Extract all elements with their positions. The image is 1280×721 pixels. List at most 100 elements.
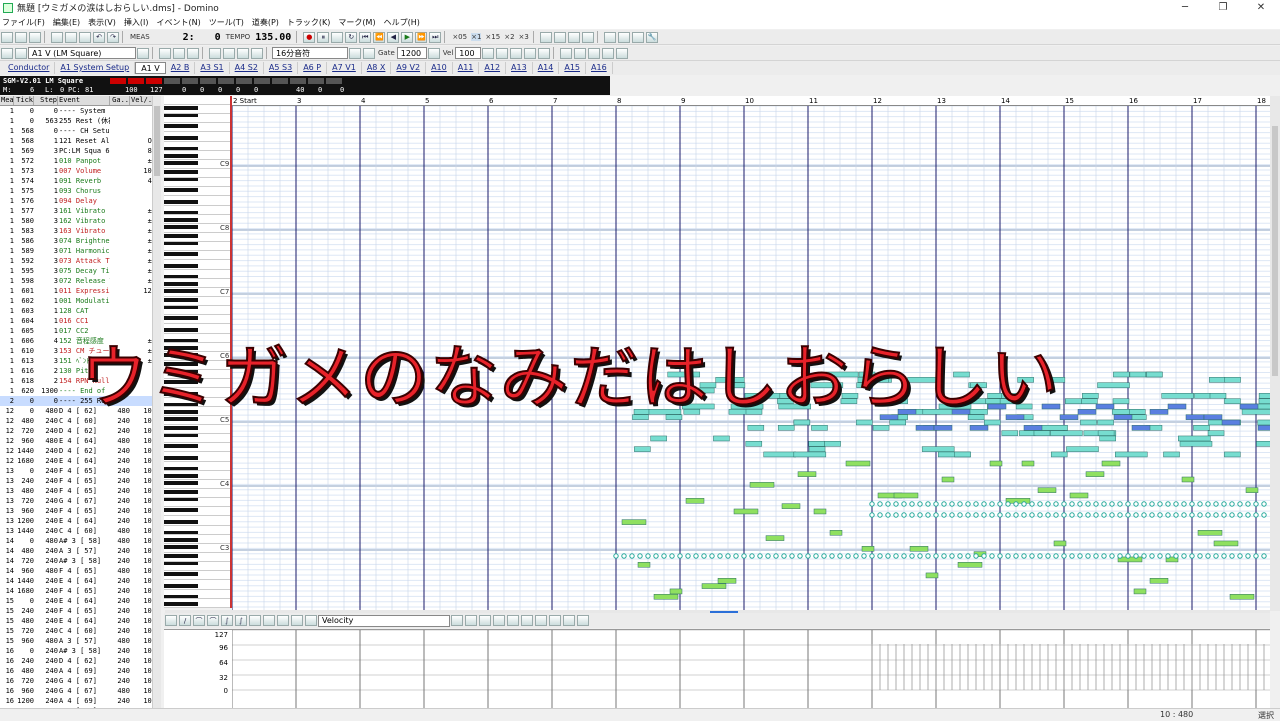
event-row[interactable]: 14 480 240 A 3 [ 57] 240 100	[0, 546, 160, 556]
black-key[interactable]	[164, 282, 198, 286]
close-button[interactable]: ✕	[1242, 0, 1280, 15]
tool-a-icon[interactable]	[465, 615, 477, 626]
event-row[interactable]: 16031128 CAT0	[0, 306, 160, 316]
event-row[interactable]: 15 0 240 E 4 [ 64] 240 100	[0, 596, 160, 606]
open-file-icon[interactable]	[15, 31, 27, 43]
note-icon[interactable]	[349, 47, 361, 59]
white-key[interactable]	[164, 168, 230, 169]
solo-icon[interactable]	[616, 47, 629, 59]
black-key[interactable]	[164, 602, 198, 606]
gate-field[interactable]: 1200	[396, 47, 427, 59]
col-tick[interactable]: Tick	[14, 96, 34, 105]
event-row[interactable]: 12 1680 240 E 4 [ 64] 240 100	[0, 456, 160, 466]
tab-a10[interactable]: A10	[426, 62, 453, 74]
wave-tool-icon[interactable]	[249, 615, 261, 626]
black-key[interactable]	[164, 554, 198, 558]
col-step[interactable]: Step	[34, 96, 58, 105]
wrench-icon[interactable]: 🔧	[645, 31, 658, 43]
event-row[interactable]: 1 568 0---- CH Setup ----	[0, 126, 160, 136]
white-key[interactable]	[164, 186, 230, 188]
menu-edit[interactable]: 編集(E)	[53, 17, 80, 28]
line-tool-icon[interactable]: /	[179, 615, 191, 626]
white-key[interactable]	[164, 149, 230, 151]
event-row[interactable]: 12 720 240 D 4 [ 62] 240 100	[0, 426, 160, 436]
event-row[interactable]: 16 0 240 A# 3 [ 58] 240 100	[0, 646, 160, 656]
tab-a16[interactable]: A16	[586, 62, 613, 74]
save-icon[interactable]	[29, 31, 41, 43]
event-row[interactable]: 16021001 Modulation0	[0, 296, 160, 306]
white-key[interactable]	[164, 213, 230, 215]
view-piano-icon[interactable]	[553, 31, 566, 43]
speed-2[interactable]: ×2	[504, 33, 514, 41]
white-key[interactable]	[164, 497, 230, 499]
new-file-icon[interactable]	[1, 31, 13, 43]
note-length-select[interactable]: 16分音符	[272, 47, 348, 59]
black-key[interactable]	[164, 154, 198, 158]
black-key[interactable]	[164, 490, 198, 494]
menu-play[interactable]: 道奏(P)	[252, 17, 279, 28]
hand-tool-icon[interactable]	[159, 47, 171, 59]
black-key[interactable]	[164, 124, 198, 128]
select-icon[interactable]	[237, 47, 249, 59]
event-row[interactable]: 15761094 Delay0	[0, 196, 160, 206]
event-row[interactable]: 15833163 Vibrato Del±0	[0, 226, 160, 236]
track-select[interactable]: A1 V (LM Square)	[28, 47, 136, 59]
event-row[interactable]: 16 720 240 G 4 [ 67] 240 100	[0, 676, 160, 686]
event-row[interactable]: 1 0 563255 Rest (休符)	[0, 116, 160, 126]
tab-a11[interactable]: A11	[453, 62, 480, 74]
settings-icon[interactable]	[631, 31, 644, 43]
view-window-icon[interactable]	[581, 31, 594, 43]
white-key[interactable]	[164, 515, 230, 517]
zoom-in-icon[interactable]	[496, 47, 509, 59]
tab-a13[interactable]: A13	[506, 62, 533, 74]
view-score-icon[interactable]	[567, 31, 580, 43]
pick-tool-icon[interactable]	[277, 615, 289, 626]
event-row[interactable]: 16 480 240 A 4 [ 69] 240 100	[0, 666, 160, 676]
speed-05[interactable]: ×05	[452, 33, 467, 41]
event-row[interactable]: 15803162 Vibrato Dep±0	[0, 216, 160, 226]
black-key[interactable]	[164, 572, 198, 576]
white-key[interactable]	[164, 469, 230, 471]
white-key[interactable]	[164, 314, 230, 316]
menu-file[interactable]: ファイル(F)	[2, 17, 45, 28]
event-row[interactable]: 15 960 480 A 3 [ 57] 480 100	[0, 636, 160, 646]
event-row[interactable]: 12 960 480 E 4 [ 64] 480 100	[0, 436, 160, 446]
black-key[interactable]	[164, 218, 198, 222]
white-key[interactable]	[164, 277, 230, 279]
white-key[interactable]	[164, 259, 230, 261]
tool-f-icon[interactable]	[549, 615, 561, 626]
event-row[interactable]: 13 240 240 F 4 [ 65] 240 100	[0, 476, 160, 486]
zoom-out-icon[interactable]	[510, 47, 523, 59]
tool-b-icon[interactable]	[479, 615, 491, 626]
event-row[interactable]: 1 573 1 007 Volume 100	[0, 166, 160, 176]
zoom-v-icon[interactable]	[538, 47, 551, 59]
white-key[interactable]	[164, 241, 230, 243]
black-key[interactable]	[164, 264, 198, 268]
folder-icon[interactable]	[137, 47, 149, 59]
menu-event[interactable]: イベント(N)	[156, 17, 200, 28]
color-icon[interactable]	[574, 47, 587, 59]
white-key[interactable]	[164, 113, 230, 115]
eraser-icon[interactable]	[223, 47, 235, 59]
tool-h-icon[interactable]	[577, 615, 589, 626]
event-row[interactable]: 13 1440 240 C 4 [ 60] 480 100	[0, 526, 160, 536]
event-row[interactable]: 13 960 240 F 4 [ 65] 240 100	[0, 506, 160, 516]
event-row[interactable]: 14 0 480 A# 3 [ 58] 480 100	[0, 536, 160, 546]
tab-a1-system-setup[interactable]: A1 System Setup	[55, 62, 136, 74]
white-key[interactable]	[164, 561, 230, 563]
copy-icon[interactable]	[65, 31, 77, 43]
white-key[interactable]	[164, 122, 230, 124]
white-key[interactable]	[164, 131, 230, 133]
menu-help[interactable]: ヘルプ(H)	[384, 17, 420, 28]
event-row[interactable]: 15773161 Vibrato Rat±0	[0, 206, 160, 216]
col-gate[interactable]: Ga..	[110, 96, 130, 105]
white-key[interactable]	[164, 433, 230, 435]
bar-view-icon[interactable]	[451, 615, 463, 626]
redo-icon[interactable]: ↷	[107, 31, 119, 43]
speed-15[interactable]: ×15	[485, 33, 500, 41]
black-key[interactable]	[164, 234, 198, 238]
tab-a7[interactable]: A7 V1	[327, 62, 362, 74]
event-row[interactable]: 13 720 240 G 4 [ 67] 240 100	[0, 496, 160, 506]
pencil-tool-icon[interactable]	[1, 47, 13, 59]
white-key[interactable]	[164, 588, 230, 590]
